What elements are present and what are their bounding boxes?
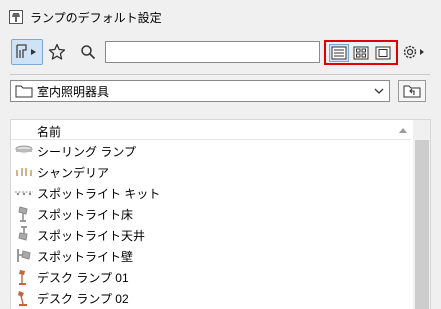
- search-button[interactable]: [76, 39, 100, 65]
- list-item-label: シーリング ランプ: [37, 145, 136, 159]
- view-mode-group: [324, 40, 398, 65]
- list-item-label: スポットライト天井: [37, 229, 146, 243]
- spotlight-kit-icon: [15, 191, 33, 196]
- chevron-down-icon: [374, 88, 384, 94]
- star-icon: [48, 43, 66, 60]
- search-input[interactable]: [105, 41, 320, 63]
- gear-icon: [403, 45, 424, 59]
- ceiling-spotlight-icon: [18, 226, 28, 241]
- settings-menu-button[interactable]: [399, 39, 429, 65]
- list-item[interactable]: スポットライト床: [11, 203, 411, 224]
- column-header-name[interactable]: 名前: [37, 123, 61, 140]
- sort-ascending-icon: [399, 128, 407, 133]
- ceiling-lamp-icon: [15, 145, 33, 153]
- search-icon: [81, 45, 96, 60]
- desk-lamp-icon: [19, 270, 26, 285]
- folder-icon: [15, 85, 33, 98]
- scrollbar-thumb[interactable]: [415, 140, 429, 309]
- list-view-button[interactable]: [329, 43, 349, 62]
- folder-selected-value: 室内照明器具: [37, 84, 110, 99]
- list-item-label: スポットライト壁: [37, 250, 134, 264]
- list-item-label: スポットライト床: [37, 208, 134, 222]
- preview-view-icon: [375, 46, 391, 59]
- list-item[interactable]: デスク ランプ 01: [11, 266, 411, 287]
- toolbar-divider: [10, 74, 430, 75]
- list-item[interactable]: スポットライト壁: [11, 245, 411, 266]
- toolbar: [0, 36, 441, 70]
- list-item[interactable]: スポットライト キット: [11, 182, 411, 203]
- list-item[interactable]: デスク ランプ 02: [11, 287, 411, 308]
- preview-view-button[interactable]: [373, 44, 393, 62]
- title-bar: ランプのデフォルト設定: [0, 0, 441, 32]
- grid-view-icon: [353, 46, 369, 59]
- chandelier-icon: [16, 168, 32, 176]
- list-item-label: デスク ランプ 02: [37, 292, 129, 306]
- window-title: ランプのデフォルト設定: [30, 11, 162, 25]
- list-view-icon: [331, 46, 347, 59]
- folder-up-icon: [403, 85, 421, 98]
- list-item-label: シャンデリア: [37, 166, 110, 180]
- desk-lamp-icon: [18, 291, 27, 306]
- list-item-label: スポットライト キット: [37, 187, 161, 201]
- list-header: 名前: [11, 120, 411, 140]
- folder-up-button[interactable]: [398, 80, 426, 102]
- library-part-list: 名前 シーリング ランプ シャンデリア スポットライト キット スポットライト床…: [10, 119, 431, 309]
- list-item[interactable]: スポットライト天井: [11, 224, 411, 245]
- list-item[interactable]: シーリング ランプ: [11, 140, 411, 161]
- library-parts-icon: [16, 44, 36, 58]
- folder-dropdown[interactable]: 室内照明器具: [10, 80, 390, 102]
- floor-spotlight-icon: [18, 206, 28, 222]
- grid-view-button[interactable]: [351, 44, 371, 62]
- wall-spotlight-icon: [17, 249, 31, 262]
- list-scrollbar[interactable]: [413, 120, 430, 309]
- favorites-star-button[interactable]: [44, 39, 70, 65]
- list-item[interactable]: シャンデリア: [11, 161, 411, 182]
- favorites-menu-button[interactable]: [11, 39, 43, 65]
- lamp-tool-icon: [9, 10, 23, 24]
- list-rows: シーリング ランプ シャンデリア スポットライト キット スポットライト床 スポ…: [11, 140, 411, 308]
- list-item-label: デスク ランプ 01: [37, 271, 129, 285]
